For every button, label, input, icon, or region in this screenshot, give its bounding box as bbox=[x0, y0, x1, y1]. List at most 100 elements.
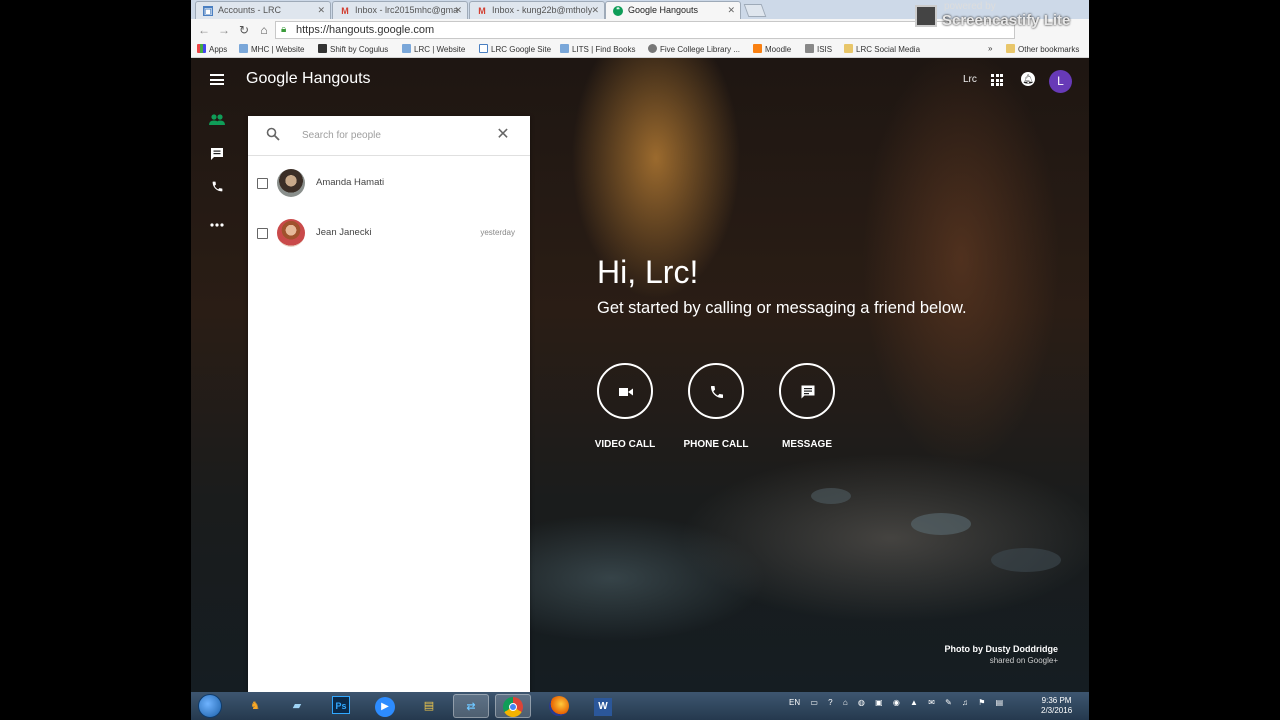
isis-icon bbox=[805, 44, 814, 53]
message-button[interactable]: MESSAGE bbox=[767, 363, 847, 450]
background-photo-detail bbox=[811, 488, 851, 504]
phone-call-label: PHONE CALL bbox=[683, 439, 749, 450]
photoshop-icon[interactable]: Ps bbox=[323, 694, 359, 718]
bookmark-five-college-library[interactable]: Five College Library ... bbox=[648, 44, 740, 54]
tab-inbox-1[interactable]: M Inbox - lrc2015mhc@gma ✕ bbox=[332, 1, 468, 19]
search-icon bbox=[266, 127, 282, 143]
bookmark-label: MHC | Website bbox=[251, 45, 305, 54]
bookmark-label: Five College Library ... bbox=[660, 45, 741, 54]
bookmark-label: LRC Google Site bbox=[491, 45, 552, 54]
system-tray: EN ▭ ? ⌂ ◍ ▣ ◉ ▲ ✉ ✎ ♫ ⚑ ▤ bbox=[789, 698, 1007, 707]
bookmark-lits-find-books[interactable]: LITS | Find Books bbox=[560, 44, 635, 54]
phone-calls-icon[interactable] bbox=[208, 180, 226, 198]
bookmark-label: Other bookmarks bbox=[1018, 45, 1080, 54]
main-menu-icon[interactable] bbox=[210, 74, 224, 85]
tab-label: Inbox - kung22b@mtholy bbox=[492, 5, 593, 15]
bookmark-lrc-social-media[interactable]: LRC Social Media bbox=[844, 44, 920, 54]
bookmark-other-bookmarks[interactable]: Other bookmarks bbox=[1006, 44, 1079, 54]
video-call-button[interactable]: VIDEO CALL bbox=[585, 363, 665, 450]
tab-accounts[interactable]: ▣ Accounts - LRC ✕ bbox=[195, 1, 331, 19]
close-tab-icon[interactable]: ✕ bbox=[591, 5, 599, 16]
site-icon bbox=[239, 44, 248, 53]
folder-icon bbox=[1006, 44, 1015, 53]
folder-icon bbox=[844, 44, 853, 53]
contact-last-seen: yesterday bbox=[480, 228, 515, 237]
bookmark-label: LRC Social Media bbox=[856, 45, 921, 54]
select-checkbox[interactable] bbox=[257, 178, 268, 189]
phone-call-button[interactable]: PHONE CALL bbox=[676, 363, 756, 450]
more-options-icon[interactable] bbox=[208, 214, 226, 232]
back-arrow-icon[interactable]: ← bbox=[197, 23, 211, 37]
account-name: Lrc bbox=[963, 74, 977, 85]
word-icon[interactable]: W bbox=[585, 694, 621, 718]
bookmark-isis[interactable]: ISIS bbox=[805, 44, 832, 54]
contact-avatar bbox=[277, 169, 305, 197]
tab-label: Inbox - lrc2015mhc@gma bbox=[355, 5, 459, 15]
app-header: Google Hangouts Lrc 🔔︎ L bbox=[191, 58, 1089, 102]
tab-google-hangouts[interactable]: ❝ Google Hangouts ✕ bbox=[605, 1, 741, 19]
language-indicator[interactable]: EN bbox=[789, 698, 800, 707]
close-tab-icon[interactable]: ✕ bbox=[727, 5, 735, 16]
welcome-title: Hi, Lrc! bbox=[597, 254, 699, 290]
account-avatar[interactable]: L bbox=[1049, 70, 1072, 93]
message-circle[interactable] bbox=[779, 363, 835, 419]
video-call-circle[interactable] bbox=[597, 363, 653, 419]
search-people-input[interactable] bbox=[302, 126, 472, 144]
close-tab-icon[interactable]: ✕ bbox=[454, 5, 462, 16]
gear-icon bbox=[648, 44, 657, 53]
contact-name: Amanda Hamati bbox=[316, 177, 385, 188]
contacts-panel: ✕ Amanda Hamati Jean Janecki yesterday bbox=[248, 116, 530, 692]
google-apps-icon[interactable] bbox=[991, 74, 1003, 86]
hangouts-app: Google Hangouts Lrc 🔔︎ L Search for peop… bbox=[191, 58, 1089, 692]
notifications-icon[interactable]: 🔔︎ bbox=[1021, 72, 1035, 86]
google-sites-icon bbox=[479, 44, 488, 53]
bookmark-shift-by-cogulus[interactable]: Shift by Cogulus bbox=[318, 44, 388, 54]
chrome-icon[interactable] bbox=[495, 694, 531, 718]
bookmark-moodle[interactable]: Moodle bbox=[753, 44, 791, 54]
contacts-icon[interactable] bbox=[208, 113, 226, 131]
aim-icon[interactable]: ♞ bbox=[237, 694, 273, 718]
close-tab-icon[interactable]: ✕ bbox=[317, 5, 325, 16]
zoom-icon[interactable]: ▶ bbox=[367, 694, 403, 718]
bookmark-label: ISIS bbox=[817, 45, 833, 54]
select-checkbox[interactable] bbox=[257, 228, 268, 239]
phone-call-circle[interactable] bbox=[688, 363, 744, 419]
notes-icon[interactable]: ▰ bbox=[279, 694, 315, 718]
close-icon[interactable]: ✕ bbox=[495, 127, 511, 143]
file-explorer-icon[interactable]: ▤ bbox=[411, 694, 447, 718]
gmail-icon: M bbox=[341, 6, 349, 16]
home-icon[interactable]: ⌂ bbox=[257, 23, 271, 37]
photo-credit-author: Photo by Dusty Doddridge bbox=[944, 644, 1059, 654]
address-bar[interactable]: 🔒︎ https://hangouts.google.com bbox=[275, 21, 1015, 39]
contact-row[interactable]: Amanda Hamati bbox=[248, 160, 530, 204]
lock-icon: 🔒︎ bbox=[281, 24, 287, 35]
conversations-icon[interactable] bbox=[208, 147, 226, 165]
bookmark-mhc-website[interactable]: MHC | Website bbox=[239, 44, 305, 54]
screencastify-watermark: powered by Screencastify Lite bbox=[912, 0, 1088, 32]
start-button[interactable] bbox=[198, 694, 222, 718]
contact-row[interactable]: Jean Janecki yesterday bbox=[248, 210, 530, 254]
windows-taskbar: ♞ ▰ Ps ▶ ▤ ⇄ W EN ▭ ? ⌂ ◍ ▣ ◉ ▲ ✉ ✎ ♫ ⚑ … bbox=[191, 692, 1089, 720]
message-label: MESSAGE bbox=[781, 439, 832, 450]
bookmark-label: LITS | Find Books bbox=[572, 45, 636, 54]
bookmark-apps[interactable]: Apps bbox=[197, 44, 227, 54]
bookmark-lrc-google-site[interactable]: LRC Google Site bbox=[479, 44, 551, 54]
moodle-icon bbox=[753, 44, 762, 53]
bookmarks-overflow-button[interactable]: » bbox=[988, 44, 992, 53]
watermark-line1: powered by bbox=[944, 1, 996, 12]
reload-icon[interactable]: ↻ bbox=[237, 23, 251, 37]
remote-desktop-icon[interactable]: ⇄ bbox=[453, 694, 489, 718]
new-tab-button[interactable] bbox=[743, 4, 767, 17]
taskbar-clock[interactable]: 9:36 PM 2/3/2016 bbox=[1041, 696, 1072, 716]
tab-inbox-2[interactable]: M Inbox - kung22b@mtholy ✕ bbox=[469, 1, 605, 19]
site-icon bbox=[402, 44, 411, 53]
bookmark-lrc-website[interactable]: LRC | Website bbox=[402, 44, 465, 54]
firefox-icon[interactable] bbox=[541, 694, 577, 718]
film-strip-icon bbox=[915, 5, 937, 27]
watermark-line2: Screencastify Lite bbox=[942, 12, 1071, 29]
tray-icons[interactable]: ▭ ? ⌂ ◍ ▣ ◉ ▲ ✉ ✎ ♫ ⚑ ▤ bbox=[810, 698, 1007, 707]
cogulus-icon bbox=[318, 44, 327, 53]
bookmark-label: Moodle bbox=[765, 45, 792, 54]
forward-arrow-icon[interactable]: → bbox=[217, 23, 231, 37]
contact-name: Jean Janecki bbox=[316, 227, 372, 238]
